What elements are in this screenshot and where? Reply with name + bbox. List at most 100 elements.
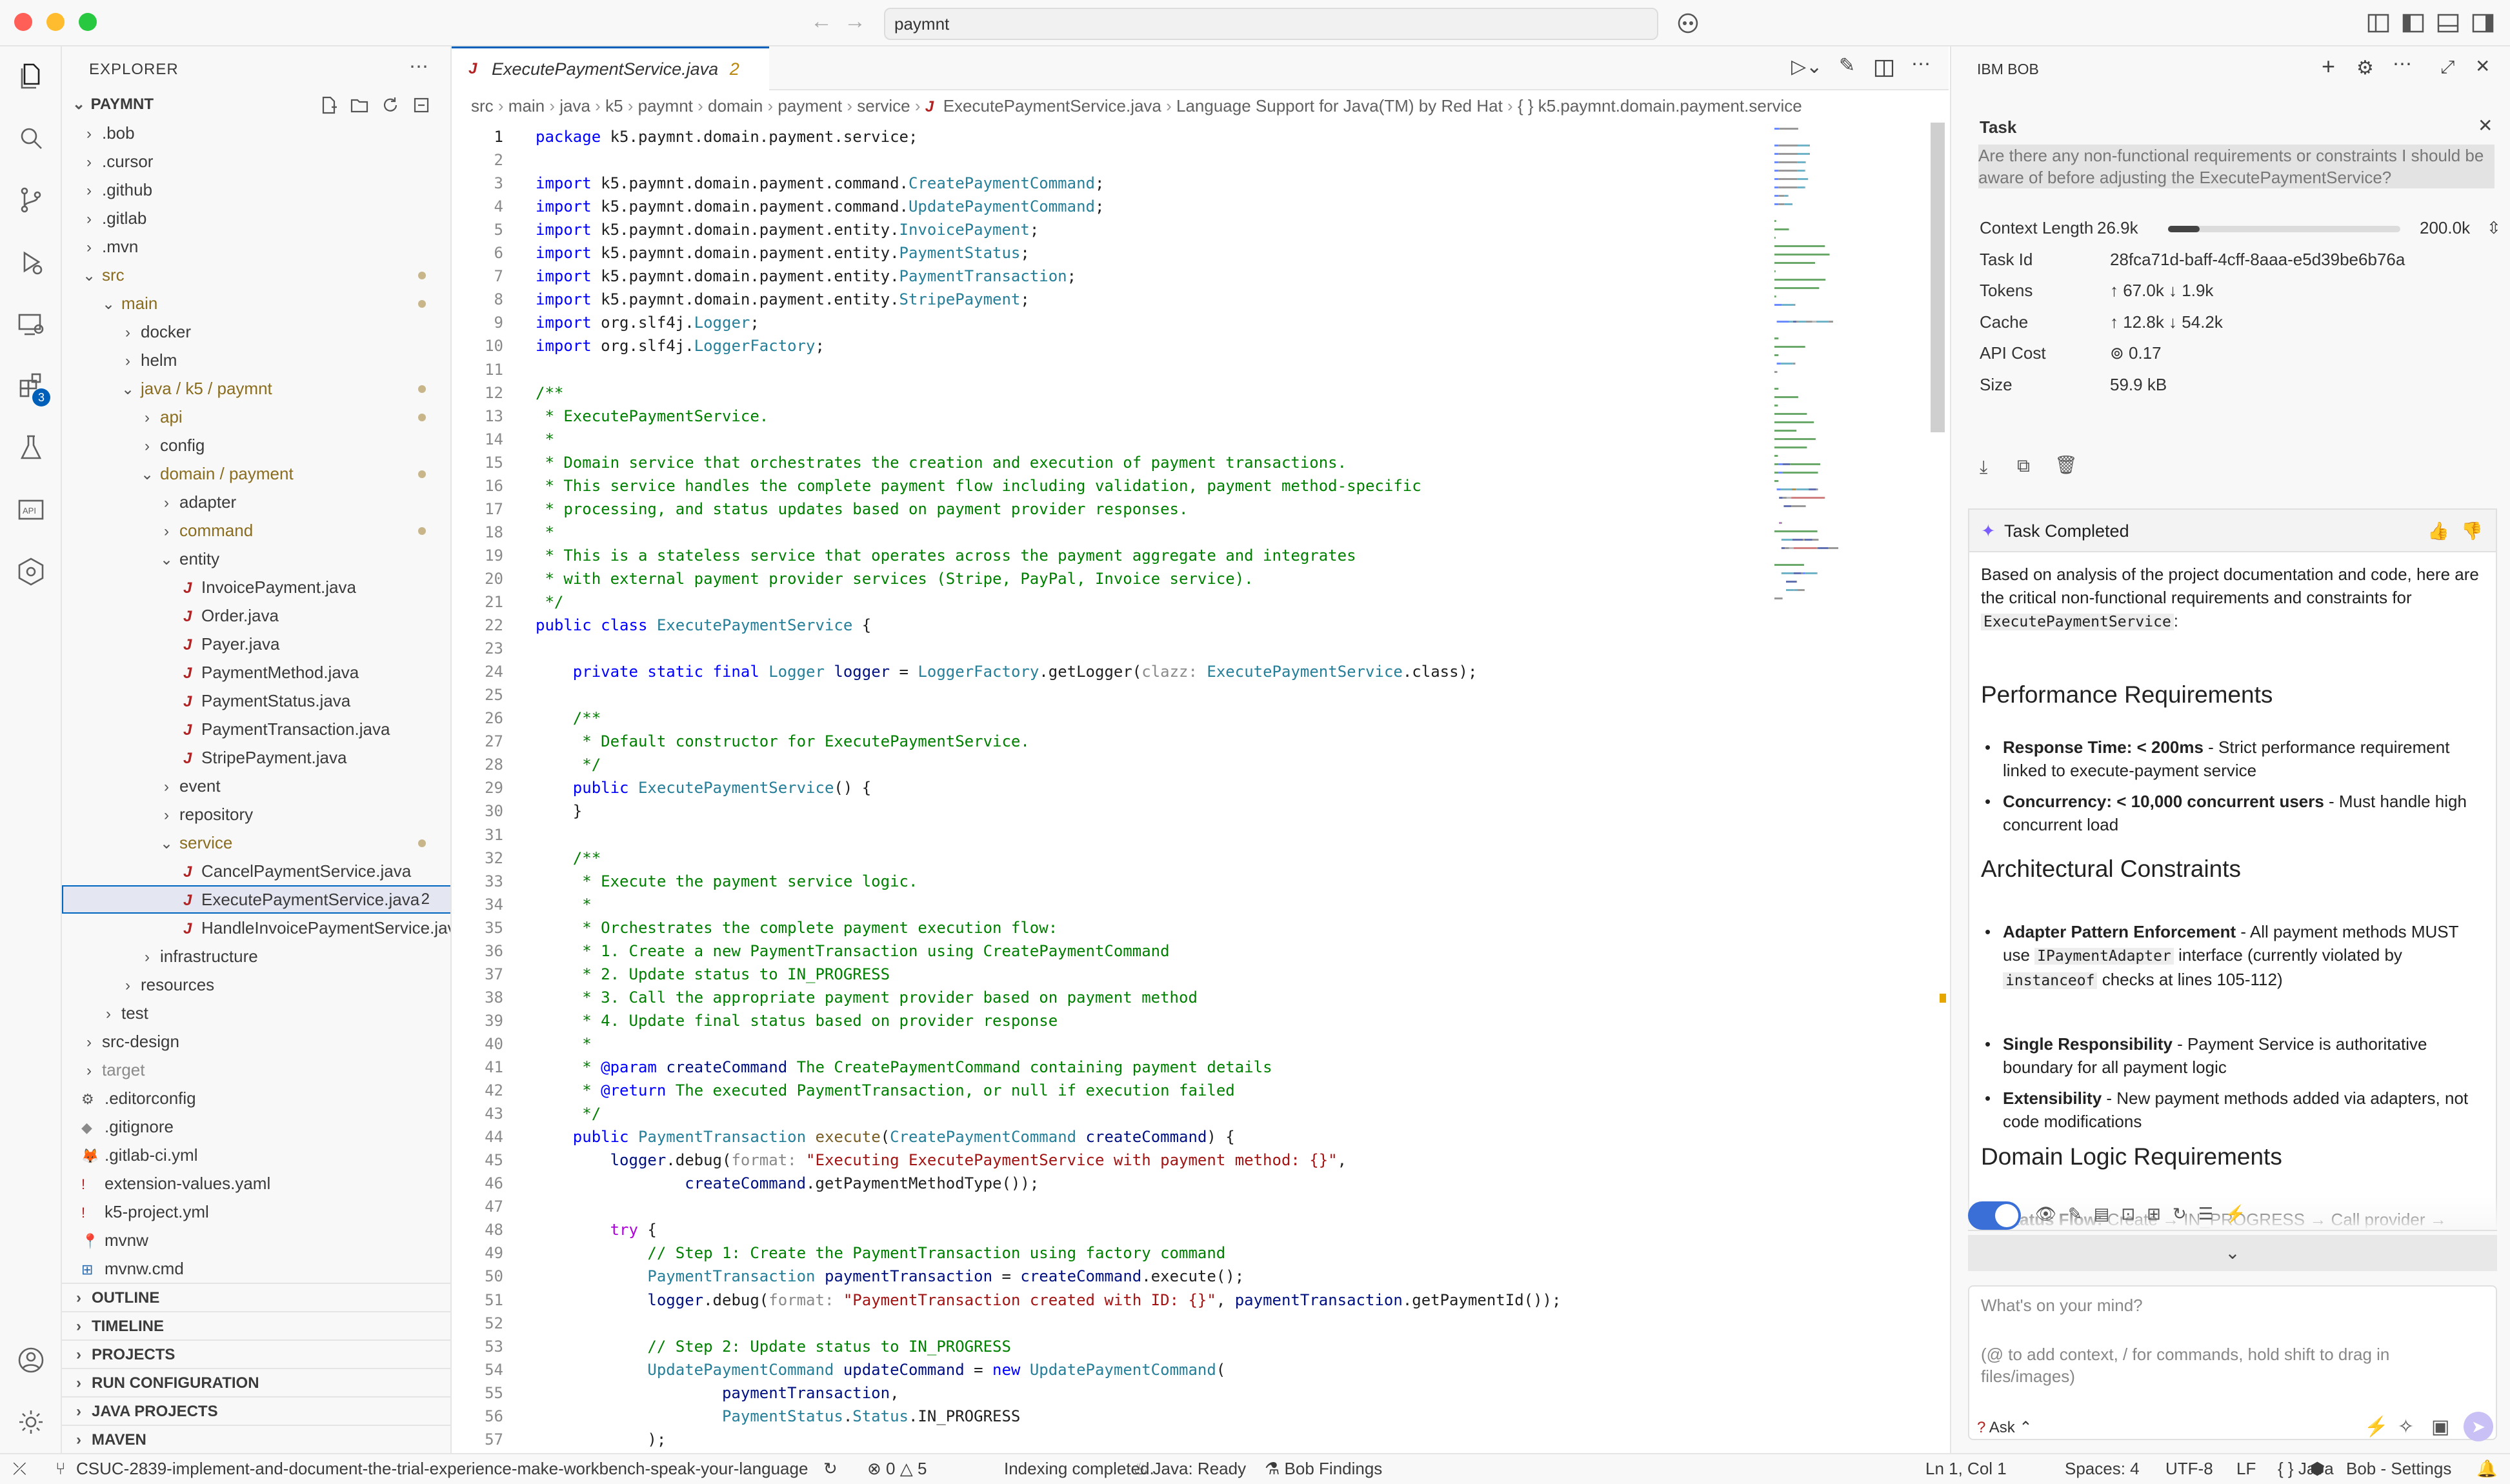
breadcrumb-item[interactable]: main — [508, 96, 545, 115]
close-panel-icon[interactable]: ✕ — [2475, 55, 2490, 77]
chevron-down-icon[interactable]: ⌄ — [81, 262, 97, 290]
chevron-right-icon[interactable]: › — [81, 177, 97, 205]
tree-item[interactable]: ⌄ domain / payment — [62, 459, 450, 488]
breadcrumb-item[interactable]: payment — [778, 96, 842, 115]
tree-item[interactable]: J PaymentMethod.java — [62, 658, 450, 687]
tree-item[interactable]: › api — [62, 403, 450, 432]
tree-item[interactable]: › docker — [62, 317, 450, 347]
thumbs-down-icon[interactable]: 👎 — [2461, 510, 2483, 552]
indentation[interactable]: Spaces: 4 — [2065, 1454, 2140, 1483]
chat-input[interactable]: What's on your mind? (@ to add context, … — [1968, 1285, 2497, 1440]
expand-toolbar-button[interactable]: ⌄ — [1968, 1235, 2497, 1271]
copilot-icon[interactable] — [1676, 12, 1700, 35]
sync-icon[interactable]: ↻ — [823, 1454, 838, 1483]
auto-approve-options[interactable]: 👁✎▤⊡⊞↻☰⚡ — [2035, 1204, 2257, 1224]
bob-more-icon[interactable]: ⋯ — [2393, 53, 2412, 75]
new-folder-icon[interactable] — [350, 95, 369, 115]
chevron-right-icon[interactable]: › — [139, 404, 155, 432]
chevron-right-icon[interactable]: › — [81, 148, 97, 177]
chevron-right-icon[interactable]: › — [120, 347, 136, 376]
sparkle-icon[interactable]: ✧ — [2398, 1416, 2414, 1438]
tree-item[interactable]: › repository — [62, 800, 450, 828]
run-icon[interactable]: ▷⌄ — [1791, 55, 1822, 78]
tree-item[interactable]: J InvoicePayment.java — [62, 573, 450, 601]
tree-item[interactable]: ! k5-project.yml — [62, 1198, 450, 1226]
breadcrumb-item[interactable]: paymnt — [638, 96, 693, 115]
bob-settings-icon[interactable]: ⚙ — [2356, 57, 2374, 79]
tree-item[interactable]: ! extension-values.yaml — [62, 1169, 450, 1198]
tree-item[interactable]: 📍 mvnw — [62, 1226, 450, 1254]
chevron-right-icon[interactable]: › — [120, 319, 136, 347]
tree-item[interactable]: › .mvn — [62, 232, 450, 261]
close-window-button[interactable] — [14, 13, 32, 31]
chevron-right-icon[interactable]: › — [101, 1000, 116, 1028]
forward-arrow-icon[interactable]: → — [844, 9, 866, 34]
tree-item[interactable]: ◆ .gitignore — [62, 1112, 450, 1141]
tree-item[interactable]: › target — [62, 1056, 450, 1085]
chevron-right-icon[interactable]: › — [81, 205, 97, 234]
toggle-secondary-sidebar-icon[interactable] — [2471, 12, 2495, 35]
breadcrumb-item[interactable]: src — [471, 96, 494, 115]
maximize-window-button[interactable] — [79, 13, 97, 31]
chevron-right-icon[interactable]: › — [159, 489, 174, 517]
tree-item[interactable]: J ExecutePaymentService.java 2 — [62, 885, 450, 914]
editor-scrollbar[interactable] — [1931, 123, 1945, 432]
breadcrumb-item[interactable]: Language Support for Java(TM) by Red Hat — [1176, 96, 1503, 115]
enhance-prompt-icon[interactable]: ⚡ — [2364, 1416, 2388, 1438]
tree-item[interactable]: J Payer.java — [62, 630, 450, 658]
chevron-right-icon[interactable]: › — [159, 773, 174, 801]
cursor-position[interactable]: Ln 1, Col 1 — [1925, 1454, 2007, 1483]
chevron-right-icon[interactable]: › — [81, 1057, 97, 1085]
tree-item[interactable]: J StripePayment.java — [62, 743, 450, 772]
bob-findings[interactable]: ⚗ Bob Findings — [1265, 1454, 1382, 1483]
ai-action-icon[interactable]: ✎ — [1839, 54, 1855, 77]
tree-item[interactable]: › .github — [62, 175, 450, 205]
api-icon[interactable]: API — [14, 493, 48, 526]
toggle-panel-icon[interactable] — [2436, 12, 2460, 35]
chevron-right-icon[interactable]: › — [120, 972, 136, 1000]
tree-item[interactable]: ⌄ main — [62, 289, 450, 317]
sidebar-section-run-configuration[interactable]: › RUN CONFIGURATION — [62, 1368, 450, 1396]
tree-item[interactable]: 🦊 .gitlab-ci.yml — [62, 1141, 450, 1169]
export-icon[interactable]: ⤓ — [1980, 457, 1987, 478]
chevron-down-icon[interactable]: ⌄ — [159, 546, 174, 574]
tab-execute-payment-service[interactable]: J ExecutePaymentService.java 2 ✕ — [452, 46, 769, 120]
editor-more-icon[interactable]: ⋯ — [1911, 53, 1931, 75]
code-editor[interactable]: 1 package k5.paymnt.domain.payment.servic… — [452, 123, 1936, 1452]
breadcrumb-item[interactable]: ExecutePaymentService.java — [943, 96, 1161, 115]
customize-layout-icon[interactable] — [2367, 12, 2390, 35]
minimap[interactable] — [1774, 123, 1923, 613]
search-icon[interactable] — [14, 121, 48, 155]
sidebar-section-timeline[interactable]: › TIMELINE — [62, 1311, 450, 1339]
tree-item[interactable]: ⌄ service — [62, 828, 450, 858]
breadcrumb-item[interactable]: service — [857, 96, 910, 115]
tree-item[interactable]: › command — [62, 516, 450, 545]
command-search-input[interactable]: paymnt — [884, 8, 1658, 40]
back-arrow-icon[interactable]: ← — [810, 9, 832, 34]
chevron-right-icon[interactable]: › — [81, 120, 97, 148]
sidebar-section-maven[interactable]: › MAVEN — [62, 1425, 450, 1453]
close-task-icon[interactable]: ✕ — [2478, 115, 2493, 136]
new-file-icon[interactable] — [319, 95, 338, 115]
add-image-icon[interactable]: ▣ — [2431, 1416, 2449, 1438]
sidebar-section-projects[interactable]: › PROJECTS — [62, 1339, 450, 1368]
tree-item[interactable]: › .gitlab — [62, 204, 450, 234]
tree-item[interactable]: › config — [62, 431, 450, 461]
tree-item[interactable]: J PaymentTransaction.java — [62, 715, 450, 743]
chevron-down-icon[interactable]: ⌄ — [159, 830, 174, 858]
settings-gear-icon[interactable] — [14, 1405, 48, 1439]
account-icon[interactable] — [14, 1343, 48, 1377]
expand-panel-icon[interactable]: ⤢ — [2440, 57, 2455, 78]
sidebar-section-outline[interactable]: › OUTLINE — [62, 1283, 450, 1311]
bob-icon[interactable] — [14, 555, 48, 588]
tree-item[interactable]: › src-design — [62, 1027, 450, 1056]
branch-name[interactable]: CSUC-2839-implement-and-document-the-tri… — [76, 1454, 808, 1483]
tree-item[interactable]: ⚙ .editorconfig — [62, 1084, 450, 1112]
new-task-icon[interactable]: + — [2322, 53, 2335, 80]
problems-indicator[interactable]: ⊗ 0 △ 5 — [867, 1454, 927, 1483]
explorer-icon[interactable] — [14, 59, 48, 93]
remote-explorer-icon[interactable] — [14, 307, 48, 341]
chevron-right-icon[interactable]: › — [139, 432, 155, 461]
java-status[interactable]: ♨ Java: Ready — [1133, 1454, 1246, 1483]
tree-item[interactable]: › resources — [62, 970, 450, 1000]
